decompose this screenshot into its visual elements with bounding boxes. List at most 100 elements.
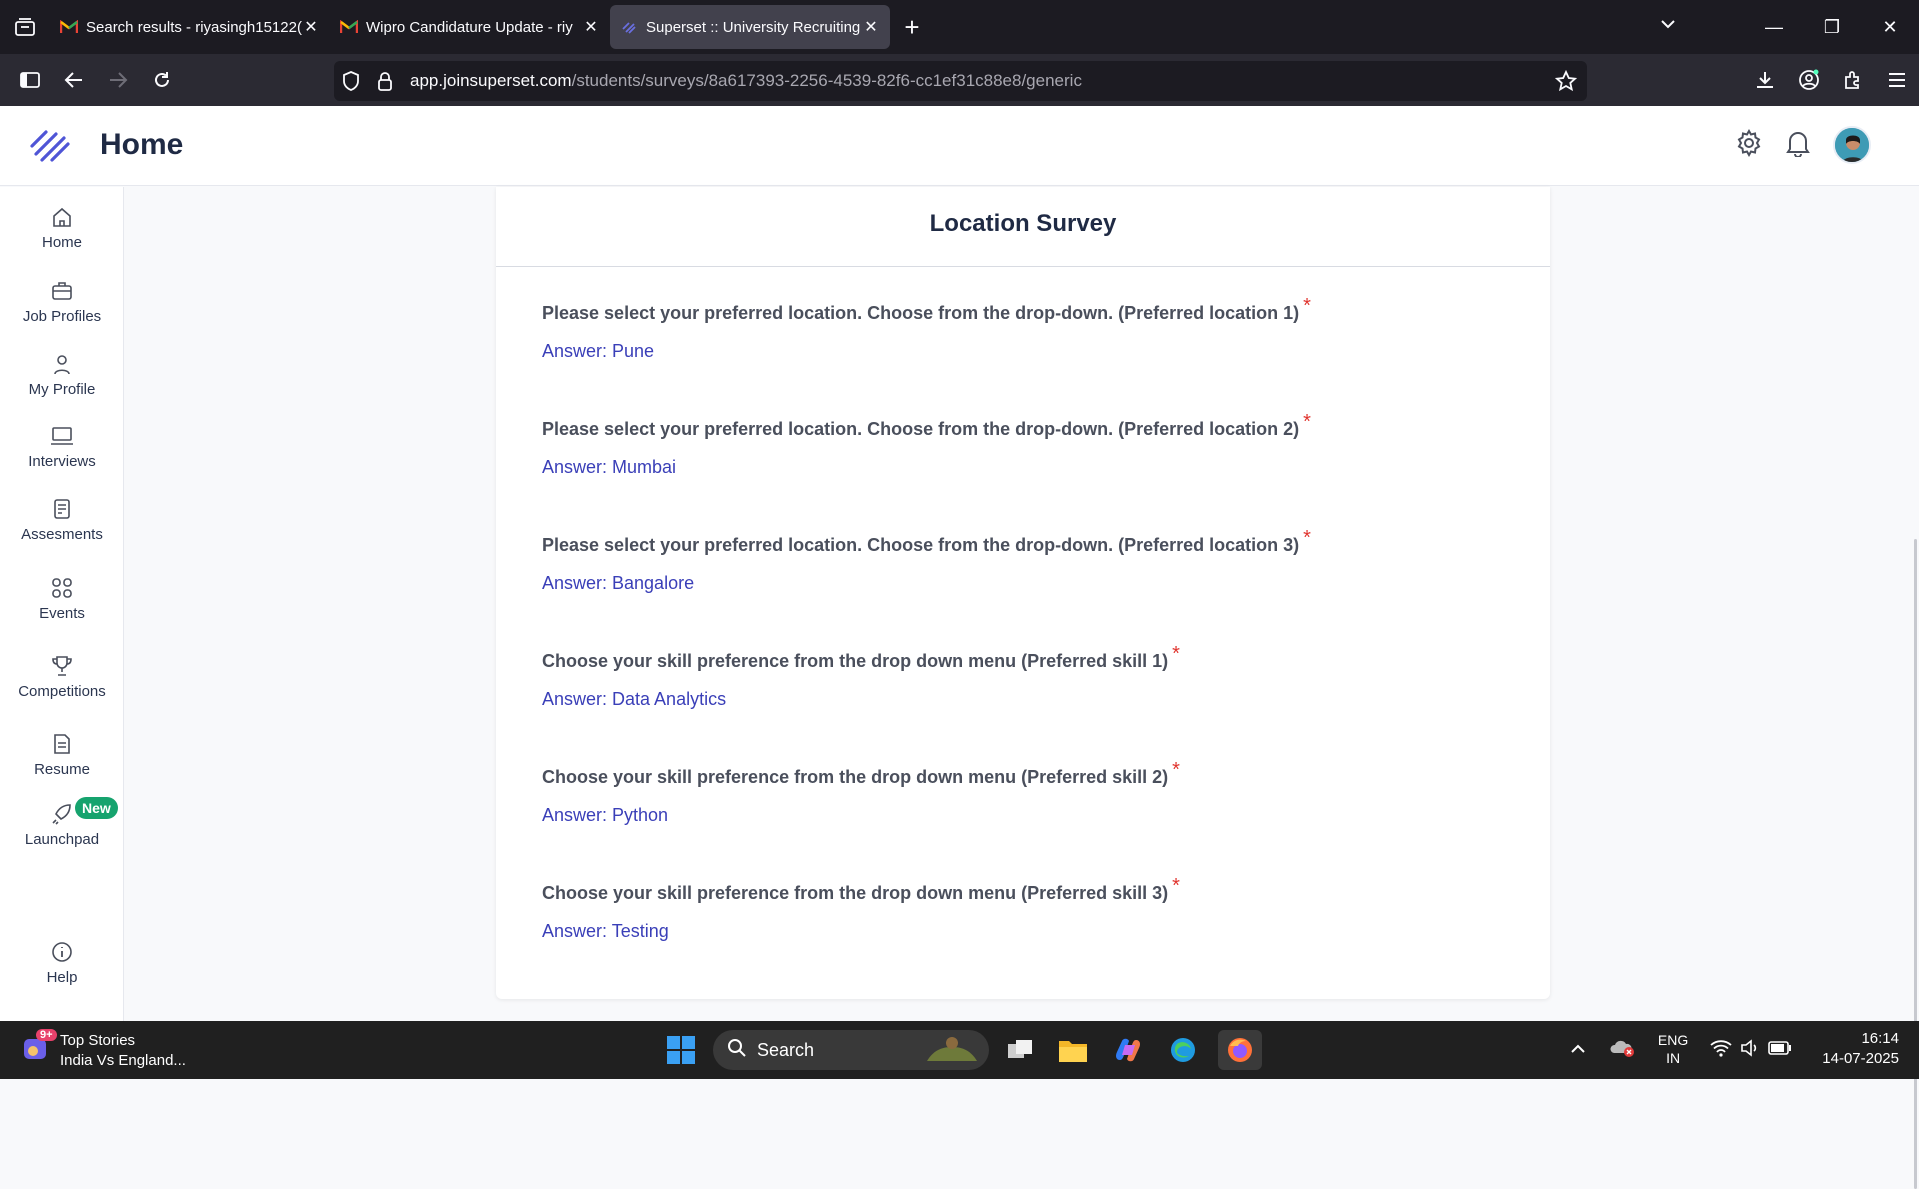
question-text: Choose your skill preference from the dr…: [542, 767, 1169, 787]
sidebar-item-help[interactable]: Help: [0, 941, 124, 986]
lock-icon[interactable]: [368, 71, 402, 91]
close-icon[interactable]: ✕: [302, 17, 320, 37]
url-text: app.joinsuperset.com/students/surveys/8a…: [410, 71, 1082, 90]
search-label: Search: [757, 1039, 815, 1060]
sidebar-item-label: My Profile: [28, 381, 96, 398]
required-mark: *: [1303, 527, 1311, 549]
laptop-icon: [0, 425, 124, 447]
trophy-icon: [0, 655, 124, 677]
close-window-icon[interactable]: ✕: [1861, 17, 1919, 38]
answer-text: Answer: Mumbai: [542, 457, 677, 477]
menu-icon[interactable]: [1875, 60, 1919, 100]
survey-title: Location Survey: [496, 187, 1550, 267]
sidebar-item-label: Interviews: [28, 453, 96, 470]
survey-question: Please select your preferred location. C…: [542, 411, 1311, 478]
close-icon[interactable]: ✕: [582, 17, 600, 37]
tab-gmail-wipro[interactable]: Wipro Candidature Update - riy ✕: [330, 5, 610, 49]
browser-toolbar: app.joinsuperset.com/students/surveys/8a…: [0, 54, 1919, 106]
scrollbar[interactable]: [1914, 539, 1917, 1189]
tab-title: Wipro Candidature Update - riy: [366, 18, 573, 36]
document-icon: [0, 733, 124, 755]
required-mark: *: [1303, 411, 1311, 433]
user-icon: [0, 353, 124, 375]
answer-text: Answer: Python: [542, 805, 669, 825]
answer-text: Answer: Testing: [542, 921, 669, 941]
sidebar-item-events[interactable]: Events: [0, 577, 124, 622]
tab-superset[interactable]: Superset :: University Recruiting ✕: [610, 5, 890, 49]
app-header: Home: [0, 106, 1919, 186]
taskbar-search[interactable]: Search: [713, 1030, 989, 1070]
account-icon[interactable]: [1787, 60, 1831, 100]
clock[interactable]: 16:14 14-07-2025: [1822, 1029, 1899, 1069]
reload-icon[interactable]: [140, 60, 184, 100]
sidebar-item-home[interactable]: Home: [0, 206, 124, 251]
required-mark: *: [1172, 875, 1180, 897]
briefcase-icon: [0, 280, 124, 302]
close-icon[interactable]: ✕: [862, 17, 880, 37]
language-code: ENG: [1657, 1032, 1689, 1048]
question-text: Choose your skill preference from the dr…: [542, 883, 1169, 903]
home-icon: [0, 206, 124, 228]
sidebar-item-label: Home: [41, 234, 82, 251]
tab-list-icon[interactable]: [0, 0, 50, 54]
settings-gear-icon[interactable]: [1735, 128, 1763, 162]
new-badge: New: [75, 797, 118, 819]
wifi-icon[interactable]: [1710, 1039, 1732, 1060]
avatar[interactable]: [1833, 126, 1871, 164]
info-icon: [0, 941, 124, 963]
question-text: Please select your preferred location. C…: [542, 303, 1300, 323]
minimize-icon[interactable]: —: [1745, 17, 1803, 38]
volume-icon[interactable]: [1740, 1038, 1760, 1060]
onedrive-offline-icon[interactable]: [1610, 1038, 1636, 1061]
firefox-icon[interactable]: [1218, 1030, 1262, 1070]
sidebar-toggle-icon[interactable]: [8, 60, 52, 100]
new-tab-button[interactable]: +: [890, 5, 934, 49]
copilot-icon[interactable]: [1108, 1030, 1148, 1070]
survey-question: Choose your skill preference from the dr…: [542, 875, 1180, 942]
sidebar-item-label: Job Profiles: [22, 308, 102, 325]
restore-icon[interactable]: ❐: [1803, 17, 1861, 38]
sidebar-item-interviews[interactable]: Interviews: [0, 425, 124, 470]
bookmark-star-icon[interactable]: [1554, 69, 1578, 97]
download-icon[interactable]: [1743, 60, 1787, 100]
tab-gmail-search[interactable]: Search results - riyasingh15122( ✕: [50, 5, 330, 49]
sidebar-item-label: Competitions: [18, 683, 106, 700]
sidebar-item-launchpad[interactable]: Launchpad New: [0, 797, 124, 848]
chevron-down-icon[interactable]: [1658, 14, 1678, 39]
extensions-icon[interactable]: [1831, 60, 1875, 100]
edge-icon[interactable]: [1163, 1030, 1203, 1070]
required-mark: *: [1303, 295, 1311, 317]
main-content: Location Survey Please select your prefe…: [125, 187, 1919, 1189]
chevron-up-icon[interactable]: [1570, 1041, 1586, 1057]
sidebar-item-assesments[interactable]: Assesments: [0, 498, 124, 543]
survey-question: Choose your skill preference from the dr…: [542, 643, 1180, 710]
news-widget[interactable]: 9+ Top Stories India Vs England...: [22, 1029, 186, 1071]
task-view-icon[interactable]: [1000, 1030, 1040, 1070]
region-code: IN: [1666, 1050, 1681, 1066]
date: 14-07-2025: [1822, 1050, 1899, 1067]
sidebar-item-label: Launchpad: [24, 831, 100, 848]
answer-text: Answer: Data Analytics: [542, 689, 727, 709]
bell-icon[interactable]: [1785, 129, 1811, 162]
file-explorer-icon[interactable]: [1053, 1030, 1093, 1070]
battery-icon[interactable]: [1768, 1040, 1792, 1058]
header-actions: [1735, 126, 1871, 164]
gmail-icon: [60, 18, 78, 36]
url-bar[interactable]: app.joinsuperset.com/students/surveys/8a…: [334, 61, 1587, 101]
windows-start-icon[interactable]: [661, 1030, 701, 1070]
back-icon[interactable]: [52, 60, 96, 100]
superset-logo-icon[interactable]: [28, 128, 72, 169]
language-indicator[interactable]: ENG IN: [1658, 1031, 1688, 1067]
sidebar-item-resume[interactable]: Resume: [0, 733, 124, 778]
superset-favicon-icon: [620, 18, 638, 36]
news-title: Top Stories: [60, 1032, 136, 1049]
question-text: Please select your preferred location. C…: [542, 419, 1300, 439]
sidebar-item-competitions[interactable]: Competitions: [0, 655, 124, 700]
survey-question: Please select your preferred location. C…: [542, 527, 1311, 594]
question-text: Please select your preferred location. C…: [542, 535, 1300, 555]
forward-icon[interactable]: [96, 60, 140, 100]
shield-icon[interactable]: [334, 71, 368, 91]
survey-card: Location Survey Please select your prefe…: [496, 187, 1550, 999]
sidebar-item-job-profiles[interactable]: Job Profiles: [0, 280, 124, 325]
sidebar-item-my-profile[interactable]: My Profile: [0, 353, 124, 398]
